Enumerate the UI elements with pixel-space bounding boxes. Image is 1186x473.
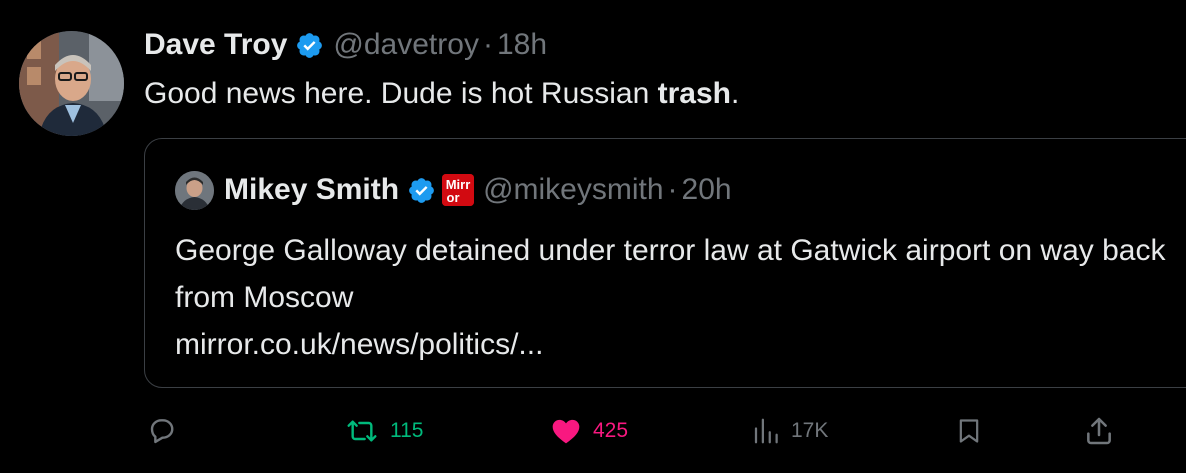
like-button[interactable]: 425 <box>549 406 628 456</box>
tweet-text-part: Good news here. Dude is hot Russian <box>144 77 658 110</box>
tweet-content: Dave Troy @davetroy · 18h Good news here… <box>144 22 1186 114</box>
tweet-header: Dave Troy @davetroy · 18h <box>144 22 1186 68</box>
views-button[interactable]: 17K <box>751 406 828 456</box>
share-button[interactable] <box>1083 406 1115 456</box>
author-handle[interactable]: @davetroy <box>333 28 479 62</box>
tweet-text: Good news here. Dude is hot Russian tras… <box>144 74 1186 114</box>
mirror-affiliation-logo[interactable]: Mirr or <box>442 174 475 206</box>
views-count: 17K <box>791 419 829 442</box>
bookmark-button[interactable] <box>955 406 983 456</box>
author-avatar[interactable] <box>19 31 124 136</box>
retweet-icon <box>347 420 377 442</box>
quote-author-handle[interactable]: @mikeysmith <box>483 173 663 207</box>
tweet-text-bold: trash <box>657 77 731 110</box>
views-icon <box>754 418 778 444</box>
retweet-button[interactable]: 115 <box>344 406 423 456</box>
reply-button[interactable] <box>146 406 178 456</box>
quote-author-name[interactable]: Mikey Smith <box>224 173 399 207</box>
author-name[interactable]: Dave Troy <box>144 28 287 62</box>
tweet-text-end: . <box>730 77 740 110</box>
quote-body: George Galloway detained under terror la… <box>175 234 1166 314</box>
share-icon <box>1087 417 1111 445</box>
quote-separator-dot: · <box>667 173 678 206</box>
quote-avatar-photo <box>175 170 214 210</box>
avatar-photo <box>19 31 124 136</box>
quote-author-avatar[interactable] <box>175 170 214 210</box>
quote-verified-badge-icon[interactable] <box>407 176 436 205</box>
quote-header: Mikey Smith Mirr or @mikeysmith · 20h <box>175 167 732 213</box>
verified-badge-icon[interactable] <box>295 31 324 60</box>
tweet-timestamp[interactable]: 18h <box>497 28 547 62</box>
mirror-logo-icon: Mirr or <box>442 174 475 206</box>
action-bar: 115 425 17K <box>0 406 1186 456</box>
retweet-count: 115 <box>390 419 424 442</box>
quote-link[interactable]: mirror.co.uk/news/politics/... <box>175 321 1175 368</box>
like-count: 425 <box>593 419 629 442</box>
quote-timestamp[interactable]: 20h <box>682 173 732 207</box>
quote-text: George Galloway detained under terror la… <box>175 227 1175 368</box>
tweet[interactable]: Dave Troy @davetroy · 18h Good news here… <box>0 0 1186 473</box>
bookmark-icon <box>959 419 979 443</box>
separator-dot: · <box>482 28 493 61</box>
quoted-tweet[interactable]: Mikey Smith Mirr or @mikeysmith · 20h Ge… <box>144 138 1186 388</box>
reply-icon <box>150 419 174 444</box>
heart-icon <box>552 419 580 444</box>
svg-text:or: or <box>447 190 460 205</box>
